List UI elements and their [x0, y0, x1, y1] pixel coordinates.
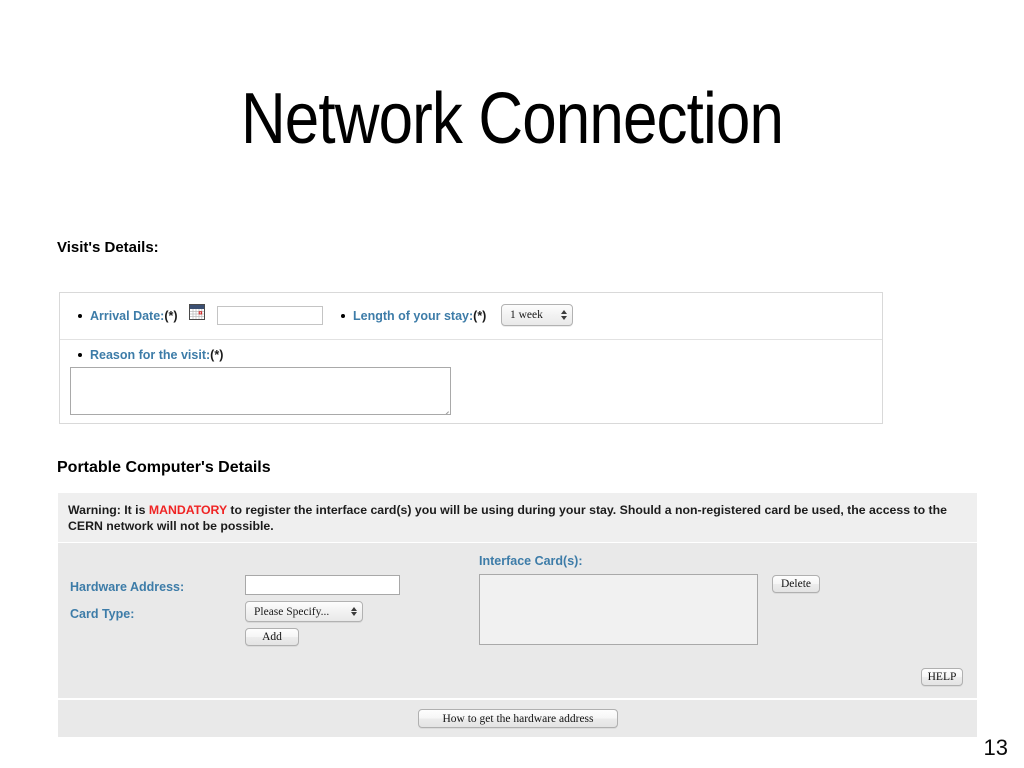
length-of-stay-label: Length of your stay:(*): [353, 309, 486, 323]
warning-prefix: Warning: It is: [68, 503, 149, 517]
bullet-icon: [78, 314, 82, 318]
help-button-label: HELP: [927, 671, 957, 683]
portable-footer-area: How to get the hardware address: [58, 700, 977, 737]
visit-details-row-reason: Reason for the visit:(*): [60, 340, 882, 425]
arrival-date-input[interactable]: [217, 306, 323, 325]
portable-form-area: Hardware Address: Card Type: Please Spec…: [58, 543, 977, 698]
resize-handle-icon[interactable]: [439, 403, 450, 414]
arrival-date-label: Arrival Date:(*): [90, 309, 178, 323]
delete-button-label: Delete: [780, 578, 811, 590]
calendar-icon[interactable]: [189, 304, 205, 320]
arrival-date-required-marker: (*): [164, 309, 178, 323]
visits-details-heading: Visit's Details:: [57, 239, 159, 256]
delete-button[interactable]: Delete: [772, 575, 820, 593]
card-type-select[interactable]: Please Specify...: [245, 601, 363, 622]
visit-details-panel: Arrival Date:(*) Length of your stay:(*)…: [59, 292, 883, 424]
reason-for-visit-label: Reason for the visit:(*): [90, 348, 223, 362]
bullet-icon: [341, 314, 345, 318]
slide-page-number: 13: [983, 735, 1008, 760]
card-type-label: Card Type:: [70, 607, 135, 621]
how-to-button-label: How to get the hardware address: [442, 712, 594, 725]
bullet-icon: [78, 353, 82, 357]
page-title: Network Connection: [240, 79, 784, 159]
interface-cards-label: Interface Card(s):: [479, 554, 583, 568]
reason-for-visit-textarea[interactable]: [70, 367, 451, 415]
card-type-selected-value: Please Specify...: [254, 605, 330, 618]
warning-text: Warning: It is MANDATORY to register the…: [68, 503, 968, 534]
stepper-arrows-icon: [348, 602, 362, 621]
how-to-get-hardware-address-button[interactable]: How to get the hardware address: [418, 709, 618, 728]
length-of-stay-required-marker: (*): [473, 309, 487, 323]
portable-computer-details-heading: Portable Computer's Details: [57, 459, 271, 476]
stepper-arrows-icon: [558, 305, 572, 325]
help-button[interactable]: HELP: [921, 668, 963, 686]
length-of-stay-selected-value: 1 week: [510, 309, 543, 321]
visit-details-row-arrival: Arrival Date:(*) Length of your stay:(*)…: [60, 293, 882, 340]
add-button[interactable]: Add: [245, 628, 299, 646]
hardware-address-input[interactable]: [245, 575, 400, 595]
warning-mandatory-emphasis: MANDATORY: [148, 503, 227, 517]
warning-banner: Warning: It is MANDATORY to register the…: [58, 493, 977, 542]
length-of-stay-select[interactable]: 1 week: [501, 304, 573, 326]
hardware-address-label: Hardware Address:: [70, 580, 185, 594]
reason-for-visit-label-text: Reason for the visit:: [90, 348, 211, 362]
length-of-stay-label-text: Length of your stay:: [353, 309, 474, 323]
interface-cards-listbox[interactable]: [479, 574, 758, 645]
portable-computer-panel: Warning: It is MANDATORY to register the…: [58, 493, 977, 737]
add-button-label: Add: [262, 631, 282, 643]
reason-for-visit-required-marker: (*): [210, 348, 224, 362]
arrival-date-label-text: Arrival Date:: [90, 309, 165, 323]
